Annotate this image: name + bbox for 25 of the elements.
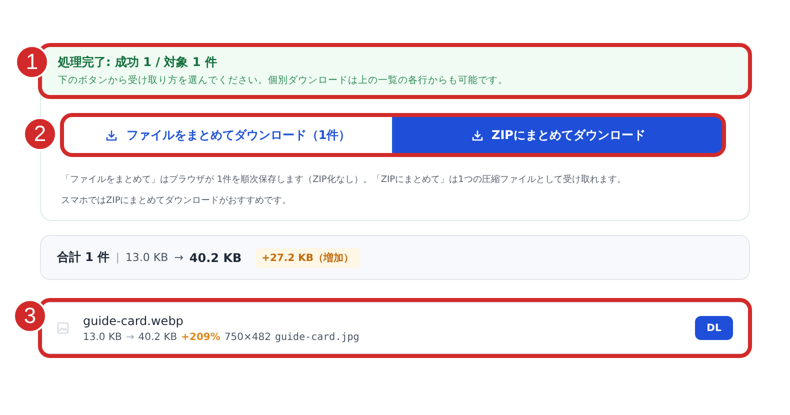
converted-size: 40.2 KB (138, 332, 178, 342)
status-title: 処理完了: 成功 1 / 対象 1 件 (58, 54, 218, 71)
arrow: → (174, 251, 184, 264)
image-icon (57, 322, 69, 334)
download-icon (105, 128, 118, 142)
original-size: 13.0 KB (83, 332, 122, 342)
arrow: → (126, 332, 134, 342)
image-dimensions: 750×482 (224, 332, 271, 342)
size-change-badge: +27.2 KB（増加） (256, 248, 360, 268)
total-count: 合計 1 件 (57, 249, 110, 266)
download-button[interactable]: DL (695, 316, 733, 340)
status-message: 下のボタンから受け取り方を選んでください。個別ダウンロードは上の一覧の各行からも可能です。 (58, 74, 509, 87)
help-text: 「ファイルをまとめて」はブラウザが 1件を順次保存します（ZIP化なし）。「ZIPにまとめて」は1つの圧縮ファイルとして受け取れます。 (61, 174, 627, 187)
size-change: +209% (181, 332, 220, 342)
separator: | (116, 251, 120, 264)
callout-number: 2 (23, 117, 57, 151)
callout-number: 3 (13, 299, 47, 333)
converted-size: 40.2 KB (189, 250, 242, 264)
original-size: 13.0 KB (125, 251, 168, 264)
file-name: guide-card.webp (83, 314, 184, 328)
output-filename: guide-card.jpg (274, 332, 360, 342)
help-text: スマホではZIPにまとめてダウンロードがおすすめです。 (61, 194, 292, 208)
callout-number: 1 (15, 45, 49, 79)
download-button[interactable]: ZIPにまとめてダウンロード (394, 117, 722, 153)
download-icon (470, 128, 484, 142)
